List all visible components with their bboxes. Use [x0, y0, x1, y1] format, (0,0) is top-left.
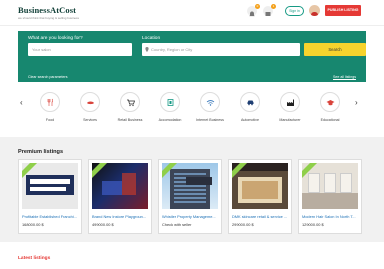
- sign-in-button[interactable]: Sign in: [285, 6, 304, 16]
- listing-image: [162, 163, 218, 209]
- category-label: Educational: [320, 118, 340, 122]
- listing-title[interactable]: DMK skincare retail & service ...: [232, 214, 290, 219]
- see-all-listings-link[interactable]: See all listings: [333, 75, 356, 79]
- search-panel: What are you looking for? Your salon Loc…: [18, 31, 366, 82]
- logo[interactable]: BusinessAtCost we should think that buyi…: [18, 5, 79, 20]
- category-manufacturer[interactable]: Manufacturer: [270, 92, 310, 122]
- category-label: Food: [45, 118, 55, 122]
- listing-price: 129000.00 $: [302, 222, 324, 227]
- listing-title[interactable]: Profitable Established Franchi...: [22, 214, 80, 219]
- search-button[interactable]: Search: [304, 43, 366, 56]
- category-accomodation[interactable]: Accomodation: [150, 92, 190, 122]
- messages-count-badge: 1: [271, 4, 276, 9]
- services-icon: [86, 101, 94, 104]
- latest-listings-title: Latest listings: [18, 256, 51, 261]
- listing-price: 299000.00 $: [232, 222, 254, 227]
- category-services[interactable]: Services: [70, 92, 110, 122]
- car-icon: [247, 100, 253, 105]
- factory-icon: [286, 99, 294, 106]
- premium-listings-title: Premium listings: [18, 149, 64, 155]
- listing-price: Check with seller: [162, 222, 192, 227]
- listing-card[interactable]: Brand New Instore Playgroun... 499000.00…: [88, 159, 152, 234]
- accomodation-icon: [167, 98, 173, 106]
- what-label: What are you looking for?: [28, 36, 83, 41]
- location-label: Location: [142, 36, 161, 41]
- category-label: Accomodation: [158, 118, 182, 122]
- listing-price: 168000.00 $: [22, 222, 44, 227]
- what-input[interactable]: Your salon: [28, 43, 132, 56]
- messages-icon[interactable]: 1: [263, 4, 276, 16]
- retail-icon: [126, 99, 135, 106]
- category-retail[interactable]: Retail Business: [110, 92, 150, 122]
- listing-card[interactable]: DMK skincare retail & service ... 299000…: [228, 159, 292, 234]
- category-internet[interactable]: Internet Business: [190, 92, 230, 122]
- location-pin-icon: [145, 47, 149, 52]
- category-label: Internet Business: [196, 118, 224, 122]
- premium-ribbon: [92, 163, 111, 181]
- clear-search-link[interactable]: Clear search parameters: [28, 75, 68, 79]
- premium-listings-section: Premium listings Profitable Established …: [0, 137, 384, 242]
- category-label: Retail Business: [117, 118, 143, 122]
- listing-title[interactable]: Whistler Property Manageme...: [162, 214, 220, 219]
- listing-card[interactable]: Profitable Established Franchi... 168000…: [18, 159, 82, 234]
- listing-card[interactable]: Whistler Property Manageme... Check with…: [158, 159, 222, 234]
- listing-title[interactable]: Modern Hair Salon In North T...: [302, 214, 360, 219]
- category-educational[interactable]: Educational: [310, 92, 350, 122]
- listing-image: [22, 163, 78, 209]
- notification-count-badge: 0: [255, 4, 260, 9]
- top-header: BusinessAtCost we should think that buyi…: [0, 0, 384, 26]
- avatar[interactable]: [309, 5, 320, 16]
- listing-image: [232, 163, 288, 209]
- location-placeholder: Country, Region or City: [151, 47, 193, 52]
- category-label: Services: [83, 118, 97, 122]
- wifi-icon: [206, 99, 214, 106]
- publish-listing-button[interactable]: PUBLISH LISTING: [325, 5, 361, 16]
- category-label: Automotive: [241, 118, 259, 122]
- notification-bell-icon[interactable]: 0: [247, 4, 260, 17]
- category-carousel: Food Services Retail Business Accomodati…: [0, 92, 384, 128]
- category-automotive[interactable]: Automotive: [230, 92, 270, 122]
- location-input[interactable]: Country, Region or City: [142, 43, 300, 56]
- listing-image: [92, 163, 148, 209]
- category-label: Manufacturer: [279, 118, 301, 122]
- listing-price: 499000.00 $: [92, 222, 114, 227]
- listing-image: [302, 163, 358, 209]
- logo-name: BusinessAtCost: [18, 5, 77, 15]
- listing-card[interactable]: Modern Hair Salon In North T... 129000.0…: [298, 159, 362, 234]
- food-icon: [47, 98, 53, 106]
- graduation-icon: [326, 99, 334, 105]
- listing-title[interactable]: Brand New Instore Playgroun...: [92, 214, 150, 219]
- category-food[interactable]: Food: [30, 92, 70, 122]
- logo-tagline: we should think that buying & selling bu…: [18, 16, 80, 20]
